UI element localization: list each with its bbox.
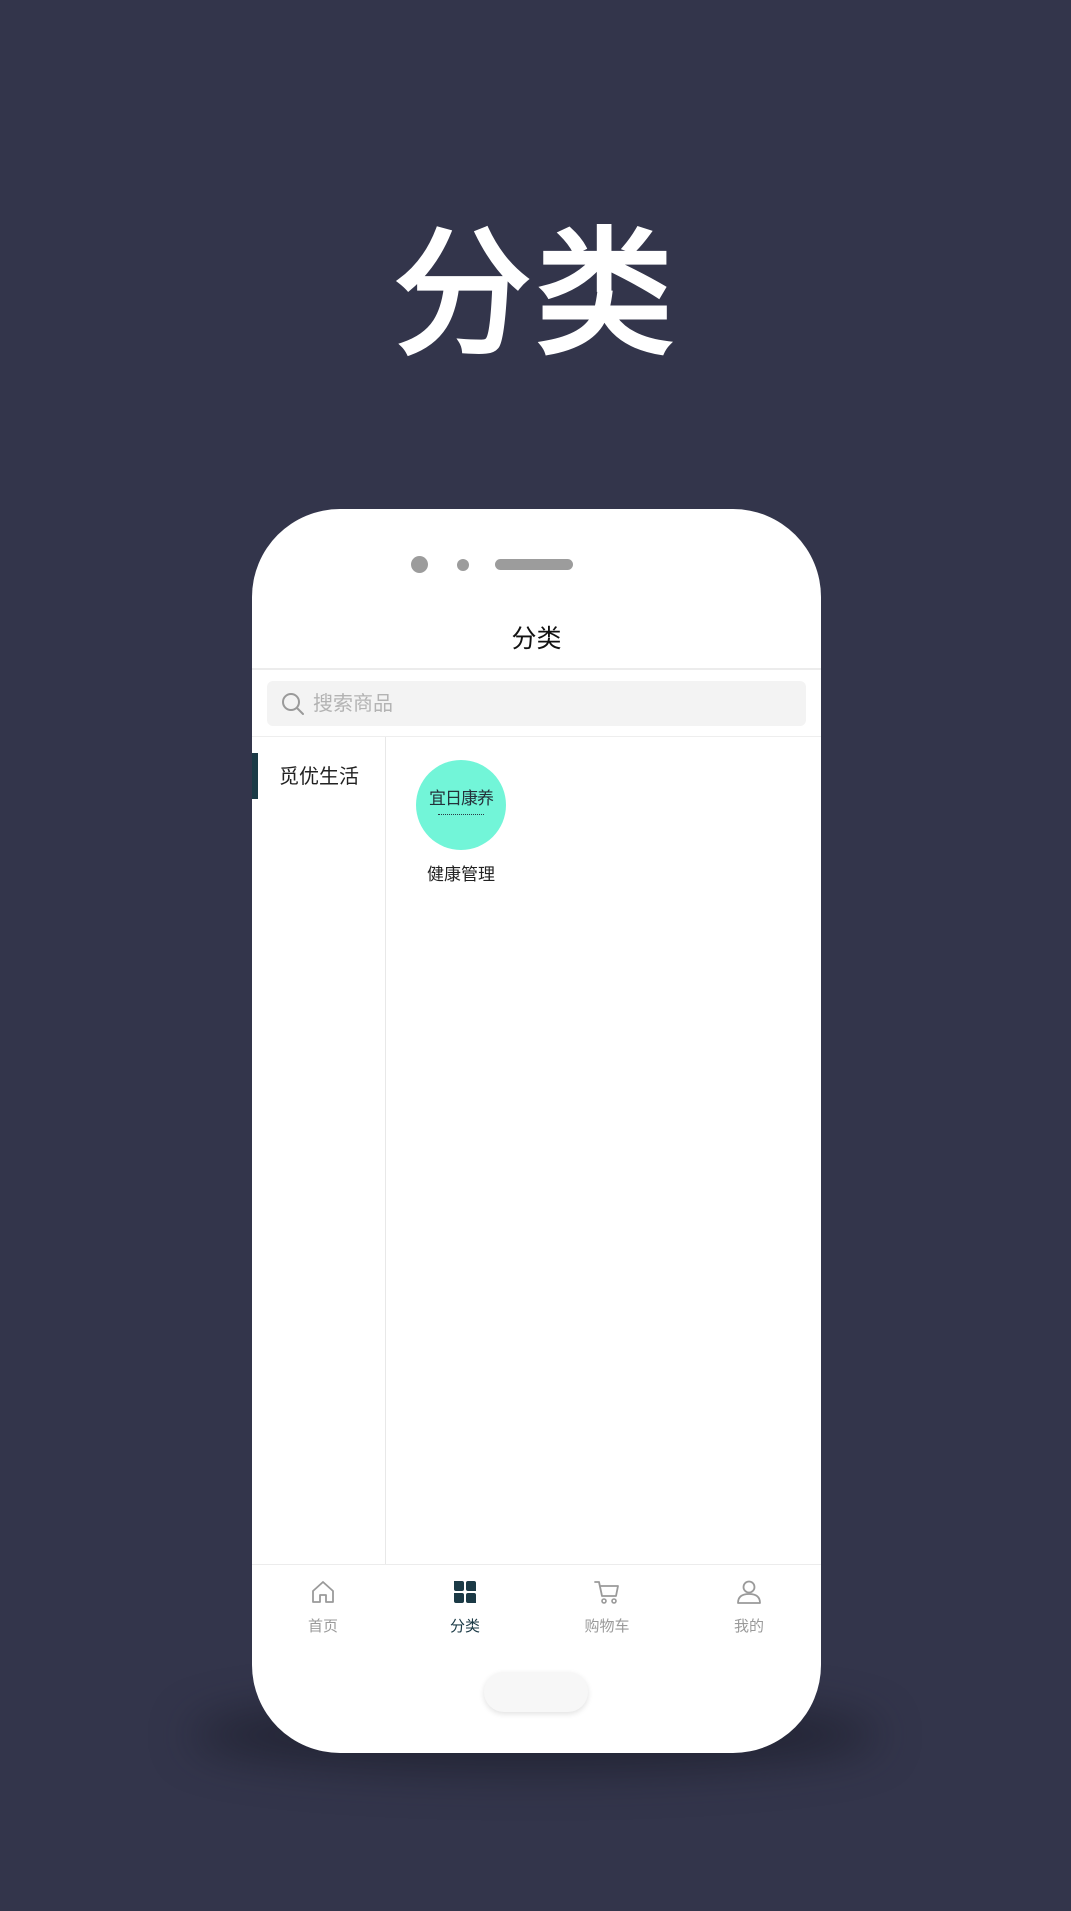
tab-profile[interactable]: 我的 (678, 1565, 820, 1645)
tab-cart[interactable]: 购物车 (536, 1565, 678, 1645)
user-icon (737, 1580, 761, 1604)
phone-frame: 分类 搜索商品 觅优生活 宜日康养 健康管理 首页 分类 购物车 我的 (252, 509, 821, 1753)
earpiece-speaker (495, 559, 573, 570)
cart-icon (594, 1581, 619, 1604)
tab-label: 首页 (307, 1617, 338, 1635)
search-placeholder: 搜索商品 (313, 691, 393, 715)
active-indicator (252, 753, 258, 799)
header-divider (252, 668, 821, 670)
tab-label: 购物车 (584, 1617, 630, 1635)
promo-headline: 分类 (393, 214, 678, 375)
proximity-sensor (457, 559, 469, 571)
tab-label: 分类 (449, 1617, 480, 1635)
bottom-tabbar: 首页 分类 购物车 我的 (252, 1565, 821, 1645)
home-icon (312, 1581, 334, 1603)
page-title: 分类 (511, 624, 562, 653)
brand-logo-underline (438, 814, 484, 817)
front-camera (411, 556, 428, 573)
tab-label: 我的 (733, 1617, 764, 1635)
category-item-health[interactable]: 宜日康养 健康管理 (416, 760, 506, 887)
search-icon (282, 693, 304, 715)
brand-logo: 宜日康养 (416, 760, 506, 850)
tab-home[interactable]: 首页 (252, 1565, 394, 1645)
category-content: 宜日康养 健康管理 (386, 737, 821, 1564)
category-sidebar: 觅优生活 (252, 737, 386, 1564)
category-grid-icon (454, 1581, 476, 1603)
sidebar-item-miyou-life[interactable]: 觅优生活 (252, 753, 385, 799)
category-name: 健康管理 (427, 865, 495, 885)
tab-category[interactable]: 分类 (394, 1565, 536, 1645)
sidebar-item-label: 觅优生活 (279, 764, 359, 788)
brand-logo-text: 宜日康养 (429, 789, 494, 809)
search-input[interactable]: 搜索商品 (267, 681, 806, 726)
phone-home-button[interactable] (484, 1672, 588, 1712)
